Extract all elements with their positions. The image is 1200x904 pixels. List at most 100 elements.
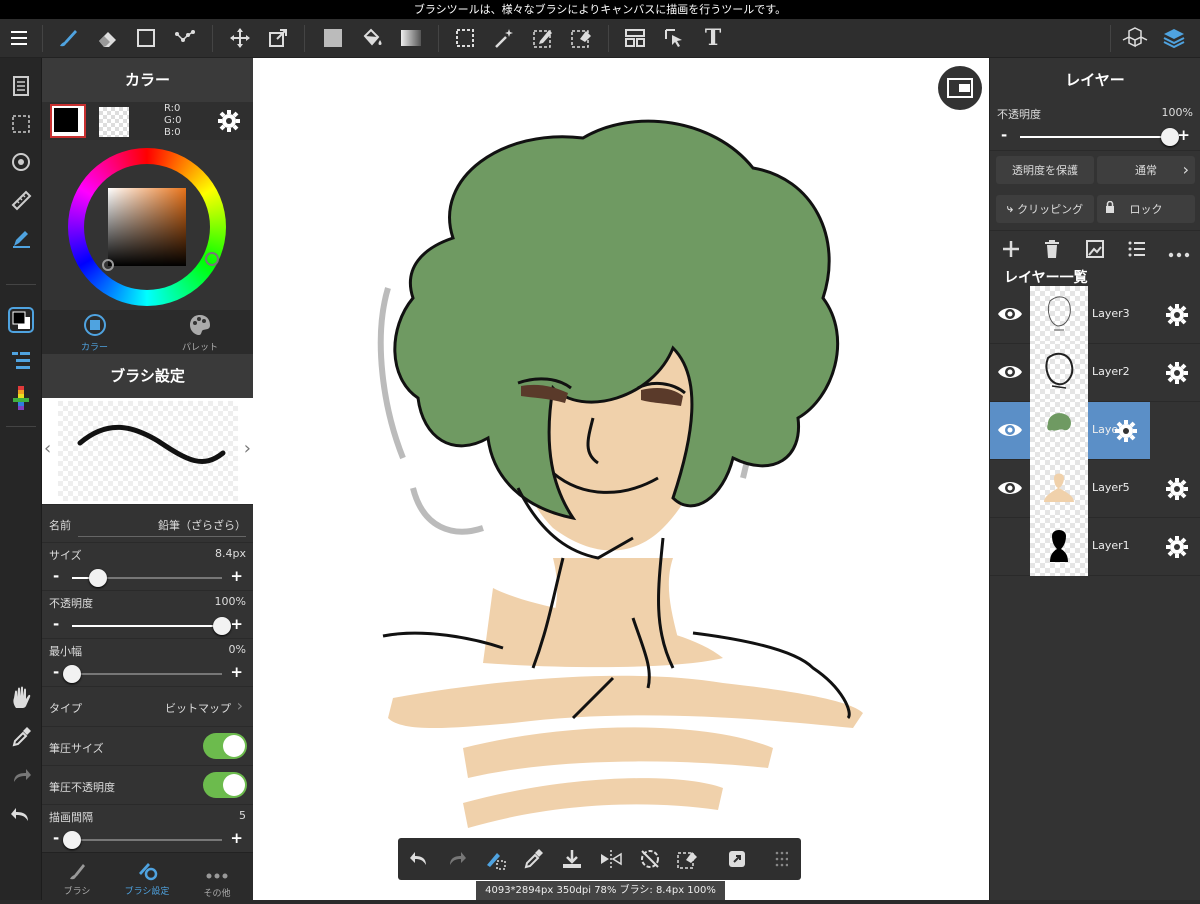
brush-tool-icon[interactable] xyxy=(50,19,86,57)
material-palette-icon[interactable] xyxy=(3,380,39,416)
layer-row[interactable]: Layer4 xyxy=(990,402,1150,460)
visibility-eye-icon[interactable] xyxy=(996,303,1024,329)
brush-name-row[interactable]: 名前 鉛筆（ざらざら） xyxy=(42,504,253,542)
pen-settings-icon[interactable] xyxy=(3,220,39,256)
redo-button[interactable] xyxy=(438,838,476,880)
tab-brush[interactable]: ブラシ xyxy=(42,853,112,901)
size-plus-button[interactable]: + xyxy=(230,567,243,585)
snap-icon[interactable] xyxy=(3,144,39,180)
clipping-button[interactable]: ⤷ クリッピング xyxy=(996,195,1094,223)
select-pen-icon[interactable] xyxy=(525,19,561,57)
document-icon[interactable] xyxy=(3,68,39,104)
dot-tool-icon[interactable] xyxy=(167,19,203,57)
brush-prev-arrow[interactable]: ‹ xyxy=(44,438,51,459)
3d-material-icon[interactable] xyxy=(1117,19,1153,57)
tab-color[interactable]: カラー xyxy=(42,310,147,354)
select-eraser-icon[interactable] xyxy=(563,19,599,57)
interval-plus-button[interactable]: + xyxy=(230,829,243,847)
eyedropper-quick-button[interactable] xyxy=(514,838,552,880)
select-tool-icon[interactable] xyxy=(447,19,483,57)
layer-settings-gear-icon[interactable] xyxy=(1165,303,1189,331)
clear-selection-button[interactable] xyxy=(669,838,707,880)
type-row[interactable]: タイプ ビットマップ › xyxy=(42,686,253,726)
sub-color-swatch[interactable] xyxy=(99,107,129,137)
selection-icon[interactable] xyxy=(3,106,39,142)
brush-next-arrow[interactable]: › xyxy=(244,438,251,459)
pressure-opacity-toggle[interactable] xyxy=(203,772,247,798)
opacity-minus-button[interactable]: - xyxy=(53,615,59,633)
bucket-tool-icon[interactable] xyxy=(354,19,390,57)
brush-list-icon[interactable] xyxy=(3,342,39,378)
layer-row[interactable]: Layer2 xyxy=(990,344,1200,402)
layer-image-icon[interactable] xyxy=(1084,238,1106,264)
eyedropper-icon[interactable] xyxy=(3,719,39,755)
layer-opacity-minus-button[interactable]: - xyxy=(1001,126,1007,144)
fill-color-icon[interactable] xyxy=(315,19,351,57)
drawing-canvas[interactable] xyxy=(253,58,989,900)
layer-settings-gear-icon[interactable] xyxy=(1165,535,1189,563)
layer-row[interactable]: Layer5 xyxy=(990,460,1200,518)
reference-window-button[interactable] xyxy=(938,66,982,110)
color-swatch-icon[interactable] xyxy=(3,302,39,338)
transform-tool-icon[interactable] xyxy=(260,19,296,57)
layers-icon[interactable] xyxy=(1156,19,1192,57)
add-layer-icon[interactable] xyxy=(1000,238,1022,264)
visibility-hidden-area[interactable] xyxy=(996,535,1024,557)
layer-settings-gear-icon[interactable] xyxy=(1114,419,1138,447)
layout-icon[interactable] xyxy=(617,19,653,57)
opacity-plus-button[interactable]: + xyxy=(230,615,243,633)
tab-brush-settings[interactable]: ブラシ設定 xyxy=(112,853,182,901)
layer-settings-gear-icon[interactable] xyxy=(1165,361,1189,389)
layer-row[interactable]: Layer1 xyxy=(990,518,1200,576)
redo-icon[interactable] xyxy=(3,758,39,794)
undo-button[interactable] xyxy=(400,838,438,880)
lock-button[interactable]: ロック xyxy=(1097,195,1195,223)
layer-opacity-slider[interactable] xyxy=(1020,128,1179,146)
pressure-size-toggle[interactable] xyxy=(203,733,247,759)
size-slider[interactable] xyxy=(72,569,222,587)
layer-list-icon[interactable] xyxy=(1126,238,1148,264)
opacity-slider[interactable] xyxy=(72,617,231,635)
rectangle-tool-icon[interactable] xyxy=(128,19,164,57)
menu-icon[interactable] xyxy=(2,19,38,57)
layer-settings-gear-icon[interactable] xyxy=(1165,477,1189,505)
hue-picker-handle[interactable] xyxy=(205,252,219,266)
visibility-eye-icon[interactable] xyxy=(996,477,1024,503)
sv-picker-handle[interactable] xyxy=(102,259,114,271)
min-width-slider[interactable] xyxy=(63,665,222,683)
gradient-tool-icon[interactable] xyxy=(393,19,429,57)
brush-quick-button[interactable] xyxy=(476,838,514,880)
grip-handle-icon[interactable] xyxy=(762,838,800,880)
flip-button[interactable] xyxy=(592,838,630,880)
tab-other[interactable]: その他 xyxy=(182,853,252,901)
visibility-eye-icon[interactable] xyxy=(996,419,1024,445)
interval-minus-button[interactable]: - xyxy=(53,829,59,847)
ruler-icon[interactable] xyxy=(3,182,39,218)
delete-layer-icon[interactable] xyxy=(1042,238,1062,264)
main-color-swatch[interactable] xyxy=(50,104,86,138)
interval-slider[interactable] xyxy=(63,831,222,849)
magic-wand-icon[interactable] xyxy=(486,19,522,57)
share-button[interactable] xyxy=(718,838,756,880)
undo-icon[interactable] xyxy=(3,797,39,833)
pressure-size-label: 筆圧サイズ xyxy=(49,742,104,755)
eraser-tool-icon[interactable] xyxy=(90,19,126,57)
min-width-plus-button[interactable]: + xyxy=(230,663,243,681)
visibility-eye-icon[interactable] xyxy=(996,361,1024,387)
import-button[interactable] xyxy=(553,838,591,880)
hand-icon[interactable] xyxy=(3,680,39,716)
saturation-value-square[interactable] xyxy=(108,188,186,266)
color-settings-gear-icon[interactable] xyxy=(217,109,241,137)
move-tool-icon[interactable] xyxy=(222,19,258,57)
layer-opacity-plus-button[interactable]: + xyxy=(1177,126,1190,144)
size-minus-button[interactable]: - xyxy=(53,567,59,585)
layer-row[interactable]: Layer3 xyxy=(990,286,1200,344)
text-tool-icon[interactable]: T xyxy=(695,19,731,57)
blend-mode-button[interactable]: 通常 › xyxy=(1097,156,1195,184)
protect-alpha-button[interactable]: 透明度を保護 xyxy=(996,156,1094,184)
min-width-minus-button[interactable]: - xyxy=(53,663,59,681)
pointer-select-icon[interactable] xyxy=(656,19,692,57)
layer-more-icon[interactable] xyxy=(1168,244,1190,263)
rotate-reset-button[interactable] xyxy=(631,838,669,880)
tab-palette[interactable]: パレット xyxy=(147,310,253,354)
